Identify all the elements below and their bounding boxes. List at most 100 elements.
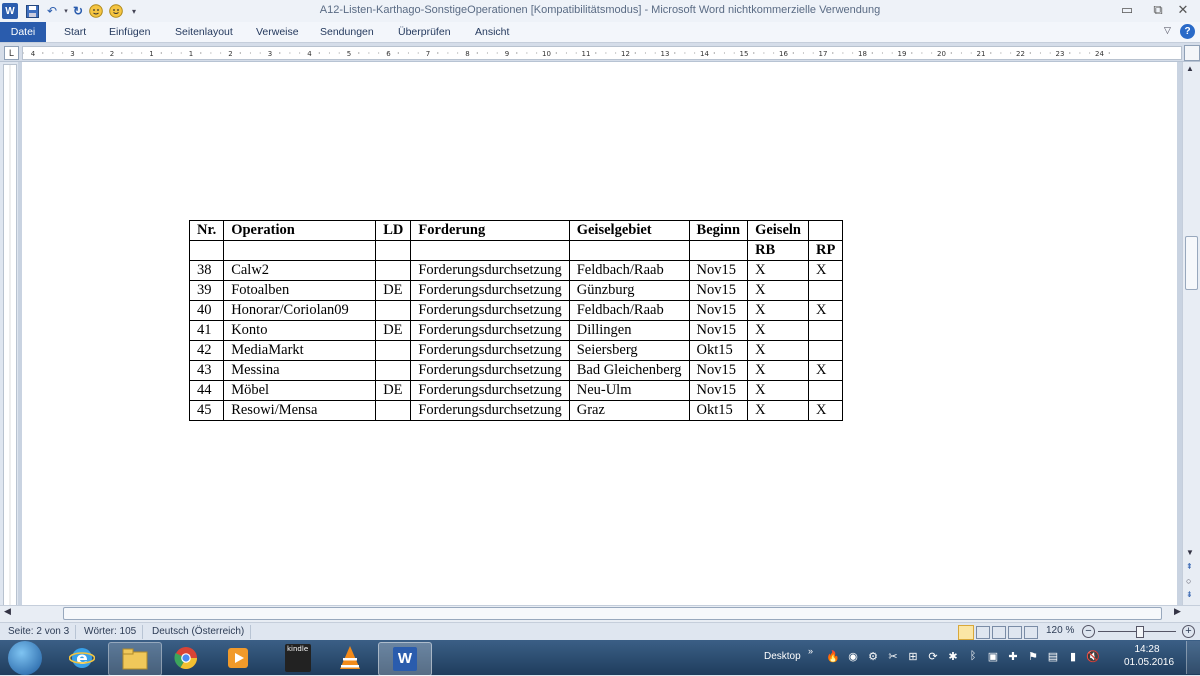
ruler-tick (170, 52, 172, 54)
vertical-ruler[interactable] (3, 64, 17, 606)
tool-tray-icon[interactable]: ✂ (885, 648, 901, 664)
word-count[interactable]: Wörter: 105 (78, 625, 144, 639)
scroll-down-icon[interactable]: ▼ (1186, 548, 1194, 557)
display-tray-icon[interactable]: ▣ (985, 648, 1001, 664)
smiley-face-alt-icon[interactable] (108, 3, 124, 19)
close-icon[interactable]: ✕ (1166, 0, 1200, 20)
customize-toolbar-icon[interactable]: ▾ (126, 3, 142, 19)
ruler-tick (684, 52, 686, 54)
help-icon[interactable]: ? (1180, 24, 1195, 39)
ruler-tick (1000, 52, 1002, 54)
bluetooth-tray-icon[interactable]: ᛒ (965, 648, 981, 664)
ribbon-expand-icon[interactable]: ▽ (1164, 25, 1171, 36)
ruler-tick (891, 52, 893, 54)
zoom-out-icon[interactable]: − (1082, 625, 1095, 638)
ruler-tick (960, 52, 962, 54)
zoom-level[interactable]: 120 % (1046, 625, 1074, 636)
cell-operation: Fotoalben (223, 280, 377, 301)
ruler-label: 16 (779, 50, 788, 58)
language-indicator[interactable]: Deutsch (Österreich) (146, 625, 252, 639)
tab-review[interactable]: Überprüfen (389, 22, 460, 42)
clock[interactable]: 14:28 01.05.2016 (1124, 643, 1174, 669)
windows-tray-icon[interactable]: ⊞ (905, 648, 921, 664)
tab-file[interactable]: Datei (0, 22, 46, 42)
smiley-face-icon[interactable] (88, 3, 104, 19)
kindle-icon[interactable]: kindle (272, 642, 324, 674)
ruler-tick (970, 52, 972, 54)
status-bar: Seite: 2 von 3 Wörter: 105 Deutsch (Öste… (0, 622, 1200, 641)
show-more-icon[interactable]: » (808, 646, 813, 656)
tab-insert[interactable]: Einfügen (100, 22, 159, 42)
ruler-tick (812, 52, 814, 54)
flame-tray-icon[interactable]: 🔥 (825, 648, 841, 664)
zoom-slider-thumb[interactable] (1136, 626, 1144, 638)
vertical-scrollbar[interactable] (1182, 62, 1200, 605)
cell-nr: 43 (188, 360, 225, 381)
ruler-tick (1029, 52, 1031, 54)
ruler-tick (101, 52, 103, 54)
tab-mailings[interactable]: Sendungen (311, 22, 383, 42)
tab-selector[interactable]: L (4, 46, 19, 60)
ruler-tick (654, 52, 656, 54)
table-row: 42 MediaMarkt Forderungsdurchsetzung Seiers… (188, 340, 844, 361)
ruler-label: 23 (1056, 50, 1065, 58)
ruler-tick (160, 52, 162, 54)
save-icon[interactable] (24, 3, 40, 19)
view-ruler-icon[interactable] (1184, 45, 1200, 61)
zoom-in-icon[interactable]: + (1182, 625, 1195, 638)
ruler-tick (1010, 52, 1012, 54)
antivirus-tray-icon[interactable]: ✚ (1005, 648, 1021, 664)
device-tray-icon[interactable]: ▤ (1045, 648, 1061, 664)
tab-view[interactable]: Ansicht (466, 22, 518, 42)
web-layout-icon[interactable] (992, 626, 1006, 639)
ruler-tick (259, 52, 261, 54)
ribbon-tabs: Datei Start Einfügen Seitenlayout Verwei… (0, 22, 1200, 43)
ruler-tick (378, 52, 380, 54)
file-explorer-icon[interactable] (108, 642, 162, 676)
ruler-tick (121, 52, 123, 54)
table-row: 44 Möbel DE Forderungsdurchsetzung Neu-Ulm No… (188, 380, 844, 401)
volume-muted-icon[interactable]: 🔇 (1085, 648, 1101, 664)
start-button-icon[interactable] (8, 641, 42, 675)
tab-page-layout[interactable]: Seitenlayout (166, 22, 242, 42)
print-layout-icon[interactable] (958, 625, 974, 640)
scroll-up-icon[interactable]: ▲ (1186, 64, 1194, 73)
ruler-label: 5 (347, 50, 351, 58)
scroll-left-icon[interactable]: ◀ (4, 606, 11, 617)
chrome-icon[interactable] (160, 642, 212, 674)
word-app-icon[interactable]: W (2, 3, 18, 19)
network-tray-icon[interactable]: ⚙ (865, 648, 881, 664)
word-taskbar-icon[interactable]: W (378, 642, 432, 676)
full-screen-reading-icon[interactable] (976, 626, 990, 639)
flag-tray-icon[interactable]: ⚑ (1025, 648, 1041, 664)
draft-view-icon[interactable] (1024, 626, 1038, 639)
horizontal-scroll-thumb[interactable] (63, 607, 1162, 620)
cell-rp (807, 320, 844, 341)
vlc-icon[interactable] (324, 642, 376, 674)
page-count[interactable]: Seite: 2 von 3 (2, 625, 77, 639)
outline-view-icon[interactable] (1008, 626, 1022, 639)
ruler-tick (220, 52, 222, 54)
settings-tray-icon[interactable]: ✱ (945, 648, 961, 664)
cell-geiselgebiet: Bad Gleichenberg (568, 360, 690, 381)
battery-tray-icon[interactable]: ▮ (1065, 648, 1081, 664)
ruler-label: 7 (426, 50, 430, 58)
tab-start[interactable]: Start (55, 22, 95, 42)
desktop-toolbar-label[interactable]: Desktop (764, 651, 801, 662)
minimize-icon[interactable]: ▭ (1110, 0, 1144, 20)
internet-explorer-icon[interactable]: e (56, 642, 108, 674)
scroll-right-icon[interactable]: ▶ (1174, 606, 1181, 617)
vertical-scroll-thumb[interactable] (1185, 236, 1198, 290)
browse-object-icon[interactable]: ○ (1186, 576, 1191, 586)
media-player-icon[interactable] (212, 642, 264, 674)
show-desktop-button[interactable] (1186, 641, 1200, 674)
previous-page-icon[interactable]: ⇞ (1186, 562, 1193, 571)
next-page-icon[interactable]: ⇟ (1186, 590, 1193, 599)
sync-tray-icon[interactable]: ⟳ (925, 648, 941, 664)
redo-icon[interactable]: ↻ (70, 3, 86, 19)
ruler-label: 22 (1016, 50, 1025, 58)
horizontal-ruler[interactable]: 4 3 2 1 1 2 3 4 5 6 7 8 9 10 11 12 13 14 15 16 17 18 19 20 21 22 2… (22, 46, 1182, 60)
tab-references[interactable]: Verweise (247, 22, 308, 42)
ruler-tick (289, 52, 291, 54)
security-tray-icon[interactable]: ◉ (845, 648, 861, 664)
